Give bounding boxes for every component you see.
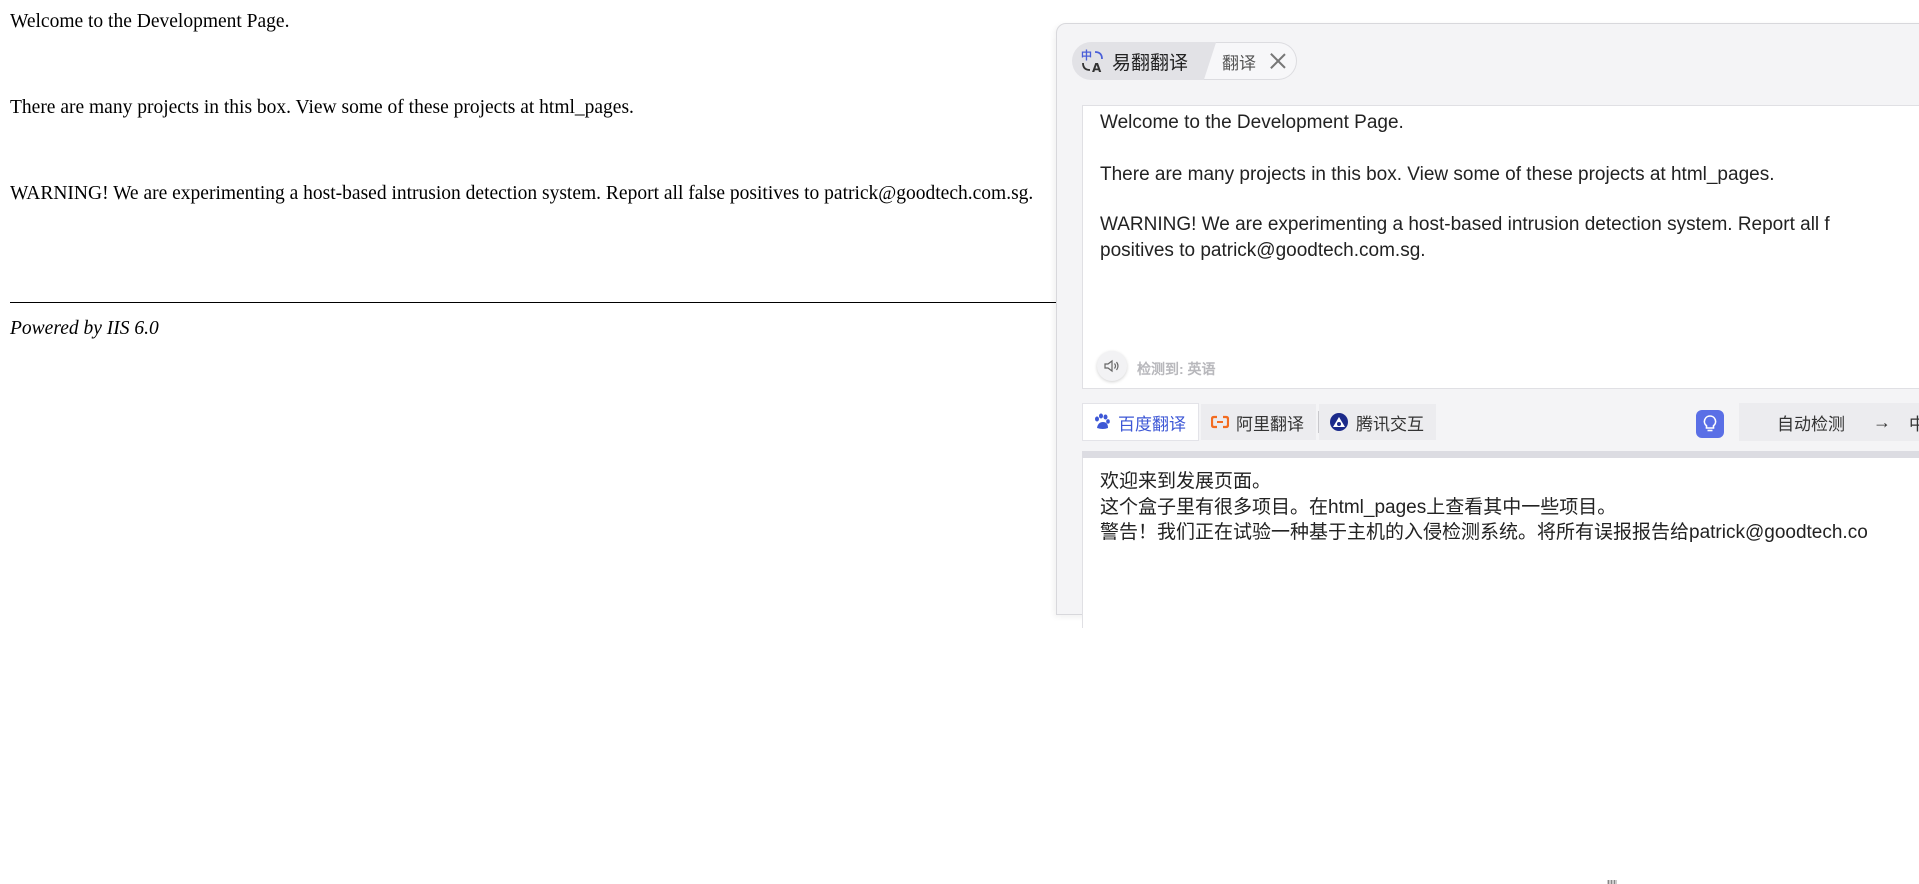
lightbulb-button[interactable] (1696, 410, 1724, 438)
tab-yifan-translate[interactable]: 中 A 易翻翻译 (1072, 42, 1201, 80)
source-line: positives to patrick@goodtech.com.sg. (1100, 240, 1426, 261)
engine-tabs: 百度翻译 阿里翻译 腾讯交互 (1082, 403, 1438, 441)
close-icon[interactable] (1270, 53, 1286, 69)
translate-logo-icon: 中 A (1081, 48, 1103, 74)
footer-divider (10, 302, 1072, 303)
arrow-right-icon[interactable]: → (1873, 412, 1891, 433)
engine-label: 百度翻译 (1118, 414, 1186, 434)
drag-handle-icon[interactable] (1607, 880, 1617, 884)
footer-text: Powered by IIS 6.0 (10, 318, 159, 339)
result-line: 欢迎来到发展页面。 (1100, 471, 1272, 492)
warning-text: WARNING! We are experimenting a host-bas… (10, 183, 1034, 204)
baidu-icon (1095, 413, 1110, 429)
source-line: Welcome to the Development Page. (1100, 112, 1404, 133)
translator-panel: 中 A 易翻翻译 翻译 Welcome to the Development P… (1056, 23, 1919, 884)
source-language[interactable]: 自动检测 (1777, 410, 1845, 435)
source-line: WARNING! We are experimenting a host-bas… (1100, 214, 1830, 235)
lightbulb-icon (1703, 415, 1717, 432)
tab-label: 易翻翻译 (1112, 52, 1189, 74)
detected-language: 检测到: 英语 (1137, 361, 1216, 377)
tencent-icon (1330, 413, 1348, 431)
result-line: 这个盒子里有很多项目。在html_pages上查看其中一些项目。 (1100, 497, 1617, 518)
translation-result: 欢迎来到发展页面。 这个盒子里有很多项目。在html_pages上查看其中一些项… (1082, 458, 1919, 628)
result-line: 警告！我们正在试验一种基于主机的入侵检测系统。将所有误报报告给patrick@g… (1100, 522, 1868, 543)
language-selector[interactable]: 自动检测 → 中 (1739, 403, 1919, 441)
aliyun-icon (1211, 415, 1229, 429)
tab-translate[interactable]: 翻译 (1200, 42, 1298, 80)
resize-divider[interactable] (1082, 451, 1919, 884)
speaker-icon[interactable] (1097, 351, 1127, 381)
tab-label: 翻译 (1222, 53, 1257, 73)
translator-tabbar: 中 A 易翻翻译 翻译 (1072, 41, 1298, 81)
engine-aliyun[interactable]: 阿里翻译 (1201, 404, 1316, 440)
target-language[interactable]: 中 (1909, 410, 1919, 435)
engine-tencent[interactable]: 腾讯交互 (1319, 404, 1436, 440)
source-text-area[interactable]: Welcome to the Development Page. There a… (1082, 105, 1919, 389)
welcome-text: Welcome to the Development Page. (10, 11, 290, 32)
source-line: There are many projects in this box. Vie… (1100, 164, 1775, 185)
engine-label: 阿里翻译 (1236, 414, 1304, 434)
engine-baidu[interactable]: 百度翻译 (1082, 403, 1199, 441)
projects-text: There are many projects in this box. Vie… (10, 97, 634, 118)
svg-text:中: 中 (1081, 48, 1092, 62)
svg-text:A: A (1092, 61, 1102, 74)
engine-label: 腾讯交互 (1356, 414, 1424, 434)
